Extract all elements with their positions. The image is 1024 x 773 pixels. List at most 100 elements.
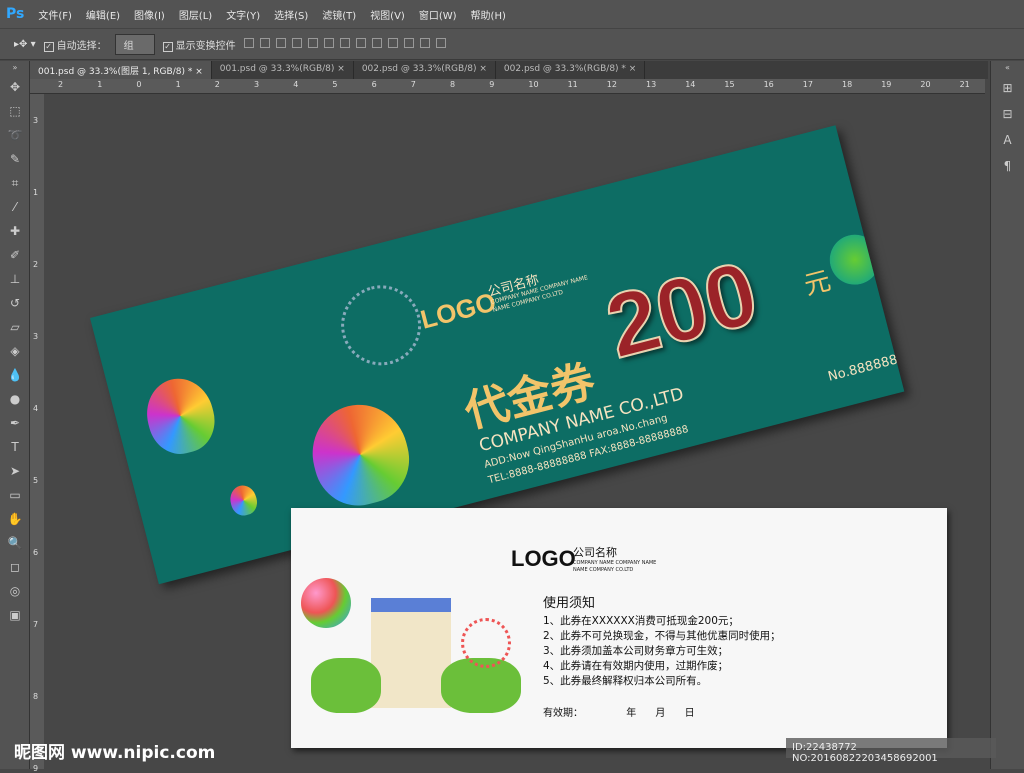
auto-select-label: 自动选择： bbox=[56, 40, 107, 52]
history-panel-icon[interactable]: ⊞ bbox=[991, 75, 1024, 101]
align-right-icon[interactable] bbox=[323, 37, 334, 48]
show-transform-label: 显示变换控件 bbox=[175, 40, 236, 52]
ruler-tick-label: 13 bbox=[646, 80, 657, 89]
distribute-top-icon[interactable] bbox=[339, 37, 350, 48]
menu-bar: Ps 文件(F) 编辑(E) 图像(I) 图层(L) 文字(Y) 选择(S) 滤… bbox=[0, 0, 1024, 28]
ruler-tick-label: 3 bbox=[33, 332, 39, 341]
ruler-tick-label: 1 bbox=[97, 80, 103, 89]
vertical-ruler[interactable]: 3123456789 bbox=[30, 94, 44, 773]
menu-image[interactable]: 图像(I) bbox=[134, 7, 165, 22]
menu-window[interactable]: 窗口(W) bbox=[419, 7, 457, 22]
close-icon[interactable]: × bbox=[629, 64, 637, 74]
screen-mode-icon[interactable]: ▣ bbox=[0, 603, 30, 627]
menu-type[interactable]: 文字(Y) bbox=[226, 7, 260, 22]
ruler-tick-label: 12 bbox=[606, 80, 617, 89]
close-icon[interactable]: × bbox=[479, 64, 487, 74]
menu-select[interactable]: 选择(S) bbox=[274, 7, 308, 22]
ruler-tick-label: 4 bbox=[33, 404, 39, 413]
brush-tool-icon[interactable]: ✐ bbox=[0, 243, 30, 267]
crop-tool-icon[interactable]: ⌗ bbox=[0, 171, 30, 195]
hot-air-balloon-image bbox=[139, 371, 222, 461]
quick-mask-icon[interactable]: ◎ bbox=[0, 579, 30, 603]
palm-tree-image bbox=[824, 229, 886, 291]
menu-help[interactable]: 帮助(H) bbox=[471, 7, 506, 22]
hot-air-balloon-image bbox=[227, 482, 260, 519]
paint-bucket-icon[interactable]: ◈ bbox=[0, 339, 30, 363]
blur-tool-icon[interactable]: 💧 bbox=[0, 363, 30, 387]
back-company-en2: NAME COMPANY CO.LTD bbox=[573, 567, 634, 573]
tab-002-modified[interactable]: 002.psd @ 33.3%(RGB/8) * × bbox=[496, 61, 646, 79]
move-tool-icon[interactable]: ▸✥ ▾ bbox=[14, 39, 36, 50]
back-logo: LOGO bbox=[511, 546, 576, 571]
distribute-right-icon[interactable] bbox=[419, 37, 430, 48]
ruler-tick-label: 6 bbox=[33, 548, 39, 557]
ruler-tick-label: 3 bbox=[254, 80, 260, 89]
close-icon[interactable]: × bbox=[337, 64, 345, 74]
quick-select-tool-icon[interactable]: ✎ bbox=[0, 147, 30, 171]
distribute-hcenter-icon[interactable] bbox=[403, 37, 414, 48]
path-select-icon[interactable]: ➤ bbox=[0, 459, 30, 483]
shape-tool-icon[interactable]: ▭ bbox=[0, 483, 30, 507]
tab-001-layer1[interactable]: 001.psd @ 33.3%(图层 1, RGB/8) * × bbox=[30, 61, 212, 79]
distribute-left-icon[interactable] bbox=[387, 37, 398, 48]
dodge-tool-icon[interactable]: ● bbox=[0, 387, 30, 411]
eraser-tool-icon[interactable]: ▱ bbox=[0, 315, 30, 339]
menu-view[interactable]: 视图(V) bbox=[370, 7, 405, 22]
paragraph-panel-icon[interactable]: ¶ bbox=[991, 153, 1024, 179]
align-top-icon[interactable] bbox=[243, 37, 254, 48]
align-bottom-icon[interactable] bbox=[275, 37, 286, 48]
rule-item: 4、此券请在有效期内使用，过期作废； bbox=[543, 660, 729, 672]
ruler-tick-label: 2 bbox=[214, 80, 220, 89]
ruler-tick-label: 4 bbox=[293, 80, 299, 89]
distribute-vcenter-icon[interactable] bbox=[355, 37, 366, 48]
hand-tool-icon[interactable]: ✋ bbox=[0, 507, 30, 531]
marquee-tool-icon[interactable]: ⬚ bbox=[0, 99, 30, 123]
tab-label: 001.psd @ 33.3%(RGB/8) bbox=[219, 64, 335, 74]
voucher-number: No.88888888 bbox=[826, 348, 905, 385]
rule-item: 5、此券最终解释权归本公司所有。 bbox=[543, 675, 708, 687]
align-vcenter-icon[interactable] bbox=[259, 37, 270, 48]
distribute-bottom-icon[interactable] bbox=[371, 37, 382, 48]
rule-item: 2、此券不可兑换现金，不得与其他优惠同时使用； bbox=[543, 630, 781, 642]
auto-align-icon[interactable] bbox=[435, 37, 446, 48]
color-swatches-icon[interactable]: ◻ bbox=[0, 555, 30, 579]
tab-001[interactable]: 001.psd @ 33.3%(RGB/8) × bbox=[212, 61, 354, 79]
ruler-tick-label: 20 bbox=[920, 80, 931, 89]
ruler-tick-label: 7 bbox=[33, 620, 39, 629]
horizontal-ruler[interactable]: 2 1 0 1 2 3 4 5 6 7 8 9 10 11 12 13 14 15 16 17 18 19 20 21 bbox=[30, 79, 985, 94]
auto-select-dropdown[interactable]: 组 bbox=[114, 33, 155, 55]
menu-file[interactable]: 文件(F) bbox=[38, 7, 72, 22]
align-hcenter-icon[interactable] bbox=[307, 37, 318, 48]
voucher-amount: 200 bbox=[596, 242, 768, 378]
pen-tool-icon[interactable]: ✒ bbox=[0, 411, 30, 435]
align-left-icon[interactable] bbox=[291, 37, 302, 48]
ruler-tick-label: 7 bbox=[410, 80, 416, 89]
show-transform-checkbox[interactable]: ✓ 显示变换控件 bbox=[162, 37, 236, 52]
menu-filter[interactable]: 滤镜(T) bbox=[322, 7, 356, 22]
collapse-icon[interactable]: « bbox=[991, 61, 1024, 75]
healing-tool-icon[interactable]: ✚ bbox=[0, 219, 30, 243]
ruler-tick-label: 2 bbox=[58, 80, 64, 89]
zoom-tool-icon[interactable]: 🔍 bbox=[0, 531, 30, 555]
lasso-tool-icon[interactable]: ➰ bbox=[0, 123, 30, 147]
tools-panel: » ✥ ⬚ ➰ ✎ ⌗ ⁄ ✚ ✐ ⊥ ↺ ▱ ◈ 💧 ● ✒ T ➤ ▭ ✋ … bbox=[0, 61, 30, 769]
close-icon[interactable]: × bbox=[195, 67, 203, 77]
tab-002[interactable]: 002.psd @ 33.3%(RGB/8) × bbox=[354, 61, 496, 79]
tab-label: 001.psd @ 33.3%(图层 1, RGB/8) * bbox=[38, 67, 193, 77]
character-panel-icon[interactable]: A bbox=[991, 127, 1024, 153]
history-brush-icon[interactable]: ↺ bbox=[0, 291, 30, 315]
eyedropper-tool-icon[interactable]: ⁄ bbox=[0, 195, 30, 219]
stamp-tool-icon[interactable]: ⊥ bbox=[0, 267, 30, 291]
type-tool-icon[interactable]: T bbox=[0, 435, 30, 459]
align-buttons[interactable] bbox=[243, 37, 452, 51]
ruler-tick-label: 10 bbox=[528, 80, 539, 89]
collapse-icon[interactable]: » bbox=[0, 61, 30, 75]
move-tool-icon[interactable]: ✥ bbox=[0, 75, 30, 99]
menu-edit[interactable]: 编辑(E) bbox=[86, 7, 120, 22]
auto-select-checkbox[interactable]: ✓ 自动选择： bbox=[43, 37, 107, 52]
image-id-tag: ID:22438772 NO:20160822203458692001 bbox=[786, 738, 996, 764]
menu-layer[interactable]: 图层(L) bbox=[179, 7, 212, 22]
ruler-tick-label: 0 bbox=[136, 80, 142, 89]
voucher-back[interactable]: LOGO 公司名称 COMPANY NAME COMPANY NAME NAME… bbox=[291, 508, 947, 748]
properties-panel-icon[interactable]: ⊟ bbox=[991, 101, 1024, 127]
